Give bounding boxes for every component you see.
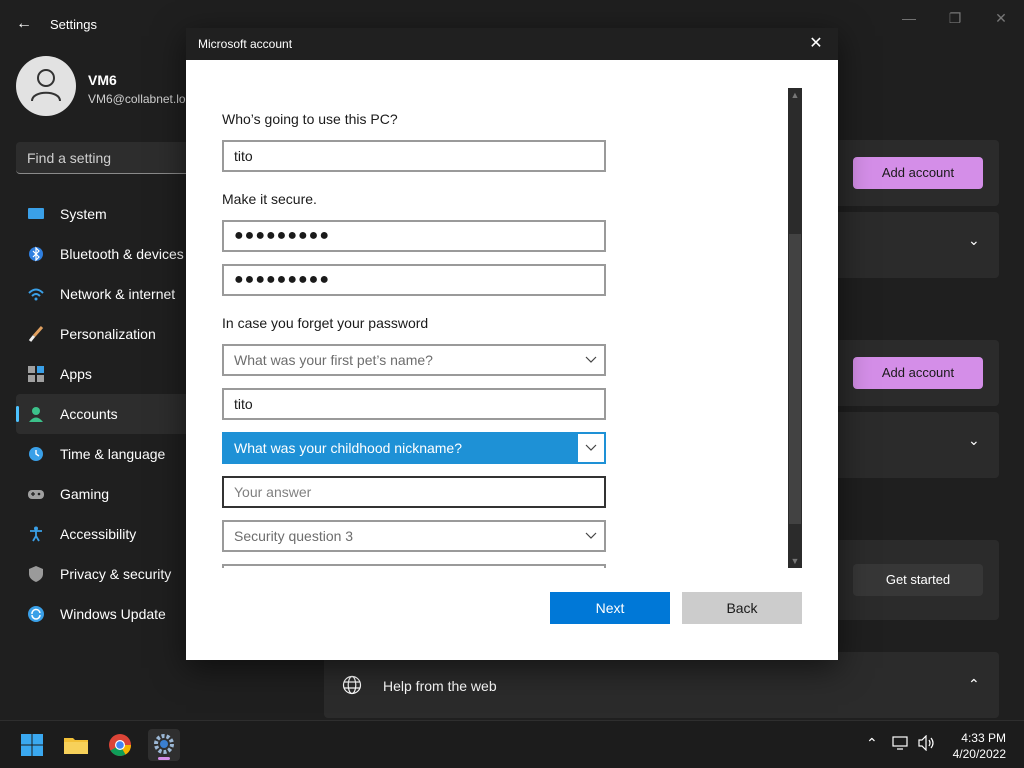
help-from-web-panel[interactable]: Help from the web ⌃ <box>324 652 999 718</box>
password-field[interactable]: ●●●●●●●●● <box>222 220 606 252</box>
sidebar-item-label: Time & language <box>60 446 166 462</box>
user-email: VM6@collabnet.lo <box>88 92 186 106</box>
sidebar-item-bluetooth[interactable]: Bluetooth & devices <box>16 234 196 274</box>
close-icon[interactable]: ✕ <box>804 34 828 54</box>
search-input[interactable]: Find a setting <box>16 142 206 174</box>
select-value: What was your first pet’s name? <box>234 352 433 368</box>
file-explorer-icon[interactable] <box>60 729 92 761</box>
sidebar-item-label: Bluetooth & devices <box>60 246 184 262</box>
sidebar-item-label: System <box>60 206 107 222</box>
security-question-2-select[interactable]: What was your childhood nickname? <box>222 432 606 464</box>
sidebar-item-time-language[interactable]: Time & language <box>16 434 196 474</box>
start-icon[interactable] <box>16 729 48 761</box>
sidebar-item-accounts[interactable]: Accounts <box>16 394 196 434</box>
shield-icon <box>28 566 44 582</box>
add-account-button[interactable]: Add account <box>853 357 983 389</box>
search-placeholder: Find a setting <box>27 150 112 166</box>
sidebar-item-label: Apps <box>60 366 92 382</box>
account-form: Who’s going to use this PC? tito Make it… <box>222 60 606 568</box>
update-icon <box>28 606 44 622</box>
next-button[interactable]: Next <box>550 592 670 624</box>
select-value: Security question 3 <box>234 528 354 544</box>
taskbar: ⌃ 4:33 PM 4/20/2022 <box>0 720 1024 768</box>
sidebar-item-personalization[interactable]: Personalization <box>16 314 196 354</box>
add-account-button[interactable]: Add account <box>853 157 983 189</box>
chrome-icon[interactable] <box>104 729 136 761</box>
person-icon <box>31 69 61 102</box>
clock-globe-icon <box>28 446 44 462</box>
microsoft-account-dialog: Microsoft account ✕ Who’s going to use t… <box>186 28 838 660</box>
chevron-down-icon <box>578 522 604 550</box>
settings-icon[interactable] <box>148 729 180 761</box>
scroll-down-icon[interactable]: ▼ <box>788 554 802 568</box>
security-answer-1-field[interactable]: tito <box>222 388 606 420</box>
system-clock[interactable]: 4:33 PM 4/20/2022 <box>953 730 1006 762</box>
network-icon[interactable] <box>892 735 910 754</box>
sidebar-item-windows-update[interactable]: Windows Update <box>16 594 196 634</box>
chevron-down-icon: ⌄ <box>968 432 980 448</box>
sidebar-item-system[interactable]: System <box>16 194 196 234</box>
security-answer-2-field[interactable]: Your answer <box>222 476 606 508</box>
security-question-3-select[interactable]: Security question 3 <box>222 520 606 552</box>
globe-icon <box>342 675 362 700</box>
sidebar-item-label: Personalization <box>60 326 156 342</box>
sidebar-item-network[interactable]: Network & internet <box>16 274 196 314</box>
who-label: Who’s going to use this PC? <box>222 111 398 127</box>
wifi-icon <box>28 286 44 302</box>
get-started-button[interactable]: Get started <box>853 564 983 596</box>
user-name: VM6 <box>88 72 117 88</box>
sidebar-item-label: Privacy & security <box>60 566 172 582</box>
help-label: Help from the web <box>383 678 497 694</box>
forget-label: In case you forget your password <box>222 315 429 331</box>
sidebar-item-privacy[interactable]: Privacy & security <box>16 554 196 594</box>
sidebar-nav: System Bluetooth & devices Network & int… <box>16 194 196 634</box>
username-field[interactable]: tito <box>222 140 606 172</box>
text-cursor-icon <box>342 483 343 501</box>
brush-icon <box>28 326 44 342</box>
scroll-up-icon[interactable]: ▲ <box>788 88 802 102</box>
dialog-title: Microsoft account <box>198 37 293 51</box>
confirm-password-field[interactable]: ●●●●●●●●● <box>222 264 606 296</box>
gamepad-icon <box>28 486 44 502</box>
app-title: Settings <box>50 17 97 32</box>
sidebar-item-label: Windows Update <box>60 606 166 622</box>
clock-time: 4:33 PM <box>961 731 1006 745</box>
select-value: What was your childhood nickname? <box>234 440 463 456</box>
chevron-down-icon <box>578 346 604 374</box>
dialog-titlebar: Microsoft account ✕ <box>186 28 838 60</box>
chevron-up-icon[interactable]: ⌃ <box>866 735 878 752</box>
avatar <box>16 56 76 116</box>
sidebar-item-apps[interactable]: Apps <box>16 354 196 394</box>
monitor-icon <box>28 206 44 222</box>
sidebar-item-label: Accounts <box>60 406 118 422</box>
back-arrow-icon[interactable]: ← <box>12 12 36 36</box>
form-scrollbar[interactable]: ▲ ▼ <box>788 88 802 568</box>
accessibility-icon <box>28 526 44 542</box>
security-answer-3-field[interactable] <box>222 564 606 568</box>
apps-icon <box>28 366 44 382</box>
sidebar-item-accessibility[interactable]: Accessibility <box>16 514 196 554</box>
maximize-button[interactable]: ❐ <box>940 6 970 30</box>
minimize-button[interactable]: — <box>894 6 924 30</box>
bluetooth-icon <box>28 246 44 262</box>
chevron-up-icon[interactable]: ⌃ <box>968 676 980 693</box>
sidebar-item-label: Gaming <box>60 486 110 502</box>
person-icon <box>28 406 44 422</box>
back-button[interactable]: Back <box>682 592 802 624</box>
sidebar-item-gaming[interactable]: Gaming <box>16 474 196 514</box>
volume-icon[interactable] <box>918 734 936 754</box>
scroll-thumb[interactable] <box>789 234 801 524</box>
clock-date: 4/20/2022 <box>952 747 1006 761</box>
sidebar-item-label: Accessibility <box>60 526 137 542</box>
close-window-button[interactable]: ✕ <box>986 6 1016 30</box>
sidebar-item-label: Network & internet <box>60 286 176 302</box>
chevron-down-icon <box>578 434 604 462</box>
answer-placeholder: Your answer <box>234 484 312 500</box>
secure-label: Make it secure. <box>222 191 317 207</box>
security-question-1-select[interactable]: What was your first pet’s name? <box>222 344 606 376</box>
chevron-down-icon: ⌄ <box>968 232 980 248</box>
active-app-indicator <box>158 757 170 760</box>
